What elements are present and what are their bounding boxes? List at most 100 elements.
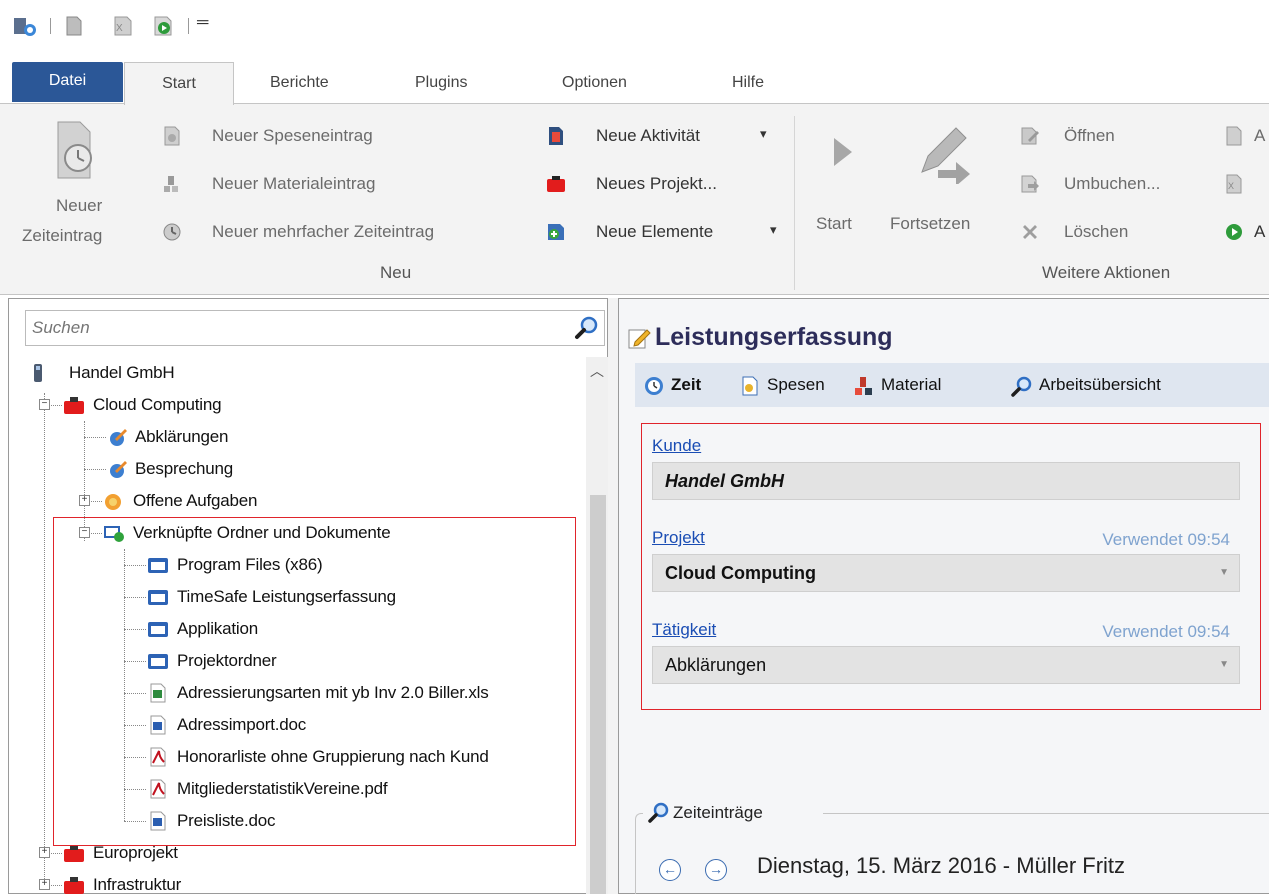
expense-icon — [164, 126, 180, 146]
tree-label: Handel GmbH — [69, 363, 175, 382]
search-box — [25, 310, 605, 346]
new-multi-time-button[interactable]: Neuer mehrfacher Zeiteintrag — [160, 218, 530, 248]
subtab-spesen[interactable]: Spesen — [767, 371, 825, 399]
chevron-down-icon[interactable]: ▼ — [1219, 555, 1229, 591]
tab-hilfe[interactable]: Hilfe — [718, 62, 778, 104]
customer-link[interactable]: Kunde — [652, 436, 701, 456]
chevron-down-icon[interactable]: ▼ — [1219, 647, 1229, 683]
customer-field[interactable]: Handel GmbH — [652, 462, 1240, 500]
customer-icon — [34, 364, 42, 382]
panel-splitter[interactable] — [608, 298, 618, 894]
start-icon — [1226, 224, 1242, 240]
customize-qat-icon[interactable]: ═ — [197, 14, 208, 32]
project-used-time: Verwendet 09:54 — [1102, 530, 1230, 549]
time-entries-header: Zeiteinträge — [643, 799, 823, 827]
scroll-thumb[interactable] — [590, 495, 606, 894]
pencil-arrow-icon — [921, 127, 970, 184]
svg-text:X: X — [1228, 181, 1234, 191]
excel-icon[interactable]: X — [112, 16, 134, 36]
new-elements-button[interactable]: Neue Elemente ▾ — [544, 218, 784, 248]
project-select[interactable]: Cloud Computing ▼ — [652, 554, 1240, 592]
edit-icon — [628, 329, 651, 349]
overview-icon — [1011, 376, 1032, 397]
entry-form: Kunde Handel GmbH Projekt Verwendet 09:5… — [641, 423, 1261, 710]
tree-label: Infrastruktur — [93, 875, 182, 894]
ribbon-tabs: Datei Start Berichte Plugins Optionen Hi… — [0, 62, 1269, 105]
new-multi-time-label: Neuer mehrfacher Zeiteintrag — [212, 222, 435, 241]
continue-label: Fortsetzen — [890, 214, 971, 233]
tab-berichte[interactable]: Berichte — [256, 62, 343, 104]
new-activity-button[interactable]: Neue Aktivität ▾ — [544, 122, 784, 152]
group-label-weitere-aktionen: Weitere Aktionen — [1042, 263, 1171, 282]
project-value: Cloud Computing — [665, 563, 816, 583]
material-icon — [855, 377, 872, 395]
rebook-icon — [1021, 175, 1039, 193]
highlight-frame — [53, 517, 576, 846]
project-icon — [64, 397, 84, 414]
time-entry-icon[interactable] — [12, 16, 40, 36]
more-action-3-button[interactable]: A — [1222, 218, 1269, 248]
expand-icon[interactable]: + — [79, 495, 90, 506]
start-button[interactable]: Start — [806, 124, 876, 244]
project-icon — [64, 845, 84, 862]
panel-title: Leistungserfassung — [655, 323, 893, 351]
search-input[interactable] — [32, 317, 552, 339]
project-icon — [64, 877, 84, 894]
new-elements-label: Neue Elemente — [596, 222, 714, 241]
next-day-icon[interactable]: → — [705, 859, 727, 881]
rebook-button[interactable]: Umbuchen... — [1018, 170, 1198, 200]
new-time-entry-button[interactable]: Neuer Zeiteintrag — [12, 112, 132, 252]
stopwatch-page-icon — [57, 121, 92, 179]
project-link[interactable]: Projekt — [652, 528, 705, 548]
new-expense-button[interactable]: Neuer Speseneintrag — [160, 122, 520, 152]
new-project-label: Neues Projekt... — [596, 174, 717, 193]
activity-value: Abklärungen — [665, 655, 767, 675]
page-icon — [1226, 126, 1242, 146]
tree-label: Abklärungen — [135, 427, 229, 446]
activity-select[interactable]: Abklärungen ▼ — [652, 646, 1240, 684]
svg-text:X: X — [116, 23, 123, 34]
scroll-up-icon[interactable]: ︿ — [586, 357, 608, 387]
continue-button[interactable]: Fortsetzen — [880, 114, 1010, 244]
tree-scrollbar[interactable]: ︿ — [586, 357, 608, 894]
search-icon[interactable] — [574, 315, 600, 341]
quick-access-toolbar: X ═ — [0, 0, 1269, 52]
delete-icon — [1023, 225, 1037, 239]
open-button[interactable]: Öffnen — [1018, 122, 1198, 152]
subtab-bar: Zeit Spesen Material Arbeitsübersicht — [635, 363, 1269, 407]
entry-panel: Leistungserfassung Zeit Spesen Material … — [618, 298, 1269, 894]
new-activity-label: Neue Aktivität — [596, 126, 700, 145]
subtab-zeit[interactable]: Zeit — [671, 371, 701, 399]
new-project-button[interactable]: Neues Projekt... — [544, 170, 784, 200]
new-material-label: Neuer Materialeintrag — [212, 174, 376, 193]
page-icon[interactable] — [64, 16, 84, 36]
new-elements-dropdown-icon[interactable]: ▾ — [770, 222, 777, 238]
delete-label: Löschen — [1064, 222, 1129, 241]
navigation-panel: Handel GmbH − Cloud Computing Abklärunge… — [8, 298, 608, 894]
more-action-1-button[interactable]: A — [1222, 122, 1269, 152]
new-material-button[interactable]: Neuer Materialeintrag — [160, 170, 520, 200]
date-label: Dienstag, 15. März 2016 - Müller Fritz — [757, 853, 1126, 878]
expand-icon[interactable]: + — [39, 879, 50, 890]
new-activity-dropdown-icon[interactable]: ▾ — [760, 126, 767, 142]
tab-start[interactable]: Start — [124, 62, 234, 105]
start-icon[interactable] — [152, 16, 174, 36]
tab-optionen[interactable]: Optionen — [548, 62, 641, 104]
activity-icon — [549, 127, 563, 145]
delete-button[interactable]: Löschen — [1018, 218, 1198, 248]
clock-icon — [645, 377, 663, 395]
expense-icon — [742, 376, 758, 396]
expand-icon[interactable]: + — [39, 847, 50, 858]
activity-link[interactable]: Tätigkeit — [652, 620, 716, 640]
subtab-arbeitsuebersicht[interactable]: Arbeitsübersicht — [1039, 371, 1161, 399]
tab-datei[interactable]: Datei — [12, 62, 123, 102]
tab-plugins[interactable]: Plugins — [401, 62, 481, 104]
previous-day-icon[interactable]: ← — [659, 859, 681, 881]
group-label-neu: Neu — [380, 263, 412, 282]
tasks-icon — [105, 494, 121, 510]
rebook-label: Umbuchen... — [1064, 174, 1161, 193]
tree-label: Offene Aufgaben — [133, 491, 258, 510]
more-action-2-button[interactable]: X — [1222, 170, 1269, 200]
collapse-icon[interactable]: − — [39, 399, 50, 410]
subtab-material[interactable]: Material — [881, 371, 941, 399]
